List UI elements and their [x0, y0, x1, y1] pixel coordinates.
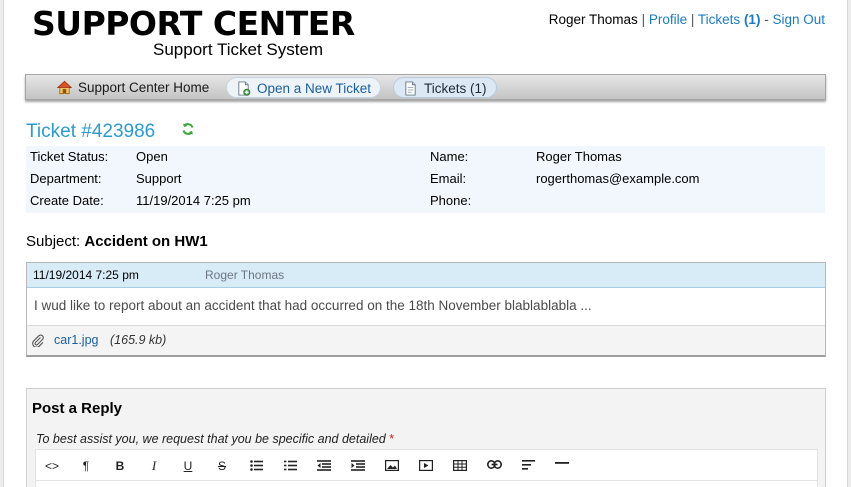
- home-icon: [57, 80, 72, 95]
- paperclip-icon: [32, 334, 44, 347]
- info-row-3: Create Date: 11/19/2014 7:25 pm Phone:: [26, 190, 825, 212]
- site-logo[interactable]: SUPPORT CENTER Support Ticket System: [32, 4, 355, 60]
- ordered-list-icon: [283, 460, 297, 471]
- table-icon: [453, 460, 467, 471]
- indent-button[interactable]: [348, 456, 368, 476]
- ticket-info-table: Ticket Status: Open Name: Roger Thomas D…: [26, 146, 825, 213]
- insert-video-button[interactable]: [416, 456, 436, 476]
- user-name: Roger Thomas: [548, 12, 638, 27]
- thread-date: 11/19/2014 7:25 pm: [33, 268, 139, 282]
- ticket-status-label: Ticket Status:: [30, 149, 109, 164]
- ticket-status-value: Open: [136, 149, 168, 164]
- info-row-1: Ticket Status: Open Name: Roger Thomas: [26, 146, 825, 168]
- video-icon: [419, 460, 433, 471]
- insert-image-button[interactable]: [382, 456, 402, 476]
- align-button[interactable]: [518, 456, 538, 476]
- thread-attachments: car1.jpg (165.9 kb): [27, 325, 825, 355]
- horizontal-rule-icon: [555, 462, 569, 464]
- create-date-label: Create Date:: [30, 193, 104, 208]
- attachment-link[interactable]: car1.jpg: [54, 326, 98, 355]
- main-nav: Support Center Home Open a New Ticket Ti…: [25, 74, 826, 100]
- reply-hint: To best assist you, we request that you …: [36, 432, 394, 446]
- sign-out-link[interactable]: Sign Out: [772, 12, 825, 27]
- user-bar: Roger Thomas | Profile | Tickets (1) - S…: [549, 12, 825, 27]
- thread-entry-header: 11/19/2014 7:25 pm Roger Thomas: [27, 263, 825, 288]
- unordered-list-button[interactable]: [246, 456, 266, 476]
- tickets-link[interactable]: Tickets (1): [698, 12, 761, 27]
- tickets-link-count: (1): [743, 12, 761, 27]
- create-date-value: 11/19/2014 7:25 pm: [136, 193, 251, 208]
- italic-button[interactable]: I: [144, 456, 164, 476]
- editor-toolbar: <> ¶ B I U S: [35, 449, 818, 481]
- email-label: Email:: [430, 171, 467, 186]
- page-container: SUPPORT CENTER Support Ticket System Rog…: [3, 0, 848, 487]
- logo-title: SUPPORT CENTER: [32, 4, 355, 43]
- image-icon: [385, 460, 399, 471]
- tickets-link-label: Tickets: [697, 12, 741, 27]
- align-left-icon: [521, 460, 535, 470]
- ticket-title[interactable]: Ticket #423986: [26, 121, 155, 143]
- reply-editor-area[interactable]: [35, 481, 818, 487]
- underline-button[interactable]: U: [178, 456, 198, 476]
- thread-entry: 11/19/2014 7:25 pm Roger Thomas I wud li…: [26, 262, 826, 357]
- reply-title: Post a Reply: [32, 400, 123, 417]
- required-mark: *: [389, 432, 395, 446]
- bold-button[interactable]: B: [110, 456, 130, 476]
- nav-tickets[interactable]: Tickets (1): [393, 77, 497, 98]
- ordered-list-button[interactable]: [280, 456, 300, 476]
- phone-label: Phone:: [430, 193, 472, 208]
- outdent-icon: [317, 460, 331, 471]
- refresh-icon[interactable]: [181, 122, 195, 136]
- horizontal-rule-button[interactable]: [552, 456, 572, 476]
- thread-message: I wud like to report about an accident t…: [34, 298, 592, 313]
- document-icon: [405, 81, 416, 96]
- email-value: rogerthomas@example.com: [536, 171, 700, 186]
- ticket-subject: Subject: Accident on HW1: [26, 233, 208, 250]
- department-label: Department:: [30, 171, 102, 186]
- profile-link[interactable]: Profile: [649, 12, 687, 27]
- nav-open-label: Open a New Ticket: [257, 81, 372, 96]
- subject-label: Subject:: [26, 233, 81, 250]
- nav-support-center-home[interactable]: Support Center Home: [48, 77, 218, 98]
- strikethrough-button[interactable]: S: [212, 456, 232, 476]
- attachment-size: (165.9 kb): [110, 333, 167, 347]
- post-reply-section: Post a Reply To best assist you, we requ…: [26, 388, 826, 487]
- link-icon: [486, 460, 502, 469]
- paragraph-button[interactable]: ¶: [76, 456, 96, 476]
- separator: |: [690, 12, 695, 27]
- insert-link-button[interactable]: [484, 456, 504, 476]
- info-row-2: Department: Support Email: rogerthomas@e…: [26, 168, 825, 190]
- nav-tickets-label: Tickets (1): [424, 81, 487, 96]
- outdent-button[interactable]: [314, 456, 334, 476]
- reply-hint-text: To best assist you, we request that you …: [36, 432, 386, 446]
- name-value: Roger Thomas: [536, 149, 622, 164]
- unordered-list-icon: [249, 460, 263, 471]
- name-label: Name:: [430, 149, 469, 164]
- nav-open-new-ticket[interactable]: Open a New Ticket: [226, 77, 382, 98]
- department-value: Support: [136, 171, 182, 186]
- new-document-icon: [238, 81, 251, 96]
- logo-subtitle: Support Ticket System: [153, 40, 324, 59]
- nav-home-label: Support Center Home: [78, 80, 210, 95]
- thread-poster: Roger Thomas: [205, 268, 285, 282]
- indent-icon: [351, 460, 365, 471]
- separator: |: [641, 12, 646, 27]
- insert-table-button[interactable]: [450, 456, 470, 476]
- html-button[interactable]: <>: [42, 456, 62, 476]
- subject-value: Accident on HW1: [84, 233, 208, 250]
- separator: -: [764, 12, 769, 27]
